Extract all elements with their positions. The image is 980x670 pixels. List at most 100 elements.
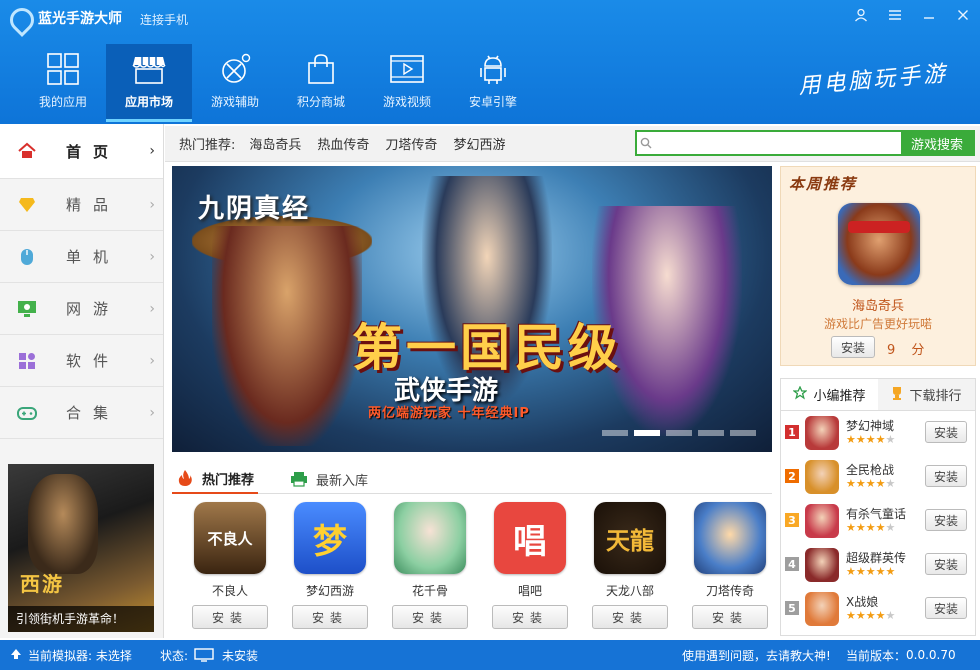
nav-game-assist[interactable]: 游戏辅助 — [192, 44, 278, 122]
rank-list: 1 梦幻神域 ★★★★★ 安装 2 全民枪战 ★★★★★ 安装 3 有杀气童话 … — [781, 411, 975, 631]
help-link[interactable]: 使用遇到问题，去请教大神! — [682, 647, 831, 664]
rank-row: 3 有杀气童话 ★★★★★ 安装 — [781, 499, 975, 543]
app-icon[interactable] — [805, 548, 839, 582]
app-name[interactable]: 梦幻神域 — [846, 417, 894, 434]
tab-hot[interactable]: 热门推荐 — [172, 464, 259, 494]
weekly-app-icon[interactable] — [838, 203, 920, 285]
app-card: 花千骨 安装 — [380, 502, 480, 629]
app-icon[interactable] — [694, 502, 766, 574]
install-button[interactable]: 安装 — [692, 605, 768, 629]
sidebar-item-collection[interactable]: 合集 › — [0, 387, 163, 439]
app-icon[interactable] — [805, 416, 839, 450]
emulator-status[interactable]: 当前模拟器: 未选择 — [28, 647, 132, 664]
close-icon[interactable] — [946, 0, 980, 30]
install-button[interactable]: 安装 — [492, 605, 568, 629]
tab-newest[interactable]: 最新入库 — [286, 464, 372, 494]
install-button[interactable]: 安装 — [592, 605, 668, 629]
hot-link[interactable]: 刀塔传奇 — [385, 134, 437, 153]
app-icon[interactable] — [805, 460, 839, 494]
rank-row: 2 全民枪战 ★★★★★ 安装 — [781, 455, 975, 499]
star-icon: ★ — [865, 609, 876, 622]
hot-recommend-bar: 热门推荐: 海岛奇兵 热血传奇 刀塔传奇 梦幻西游 游戏搜索 — [165, 126, 980, 162]
tab-editor-picks[interactable]: 小编推荐 — [781, 379, 878, 410]
star-icon: ★ — [875, 609, 886, 622]
search-button[interactable]: 游戏搜索 — [901, 132, 973, 154]
install-button[interactable]: 安装 — [831, 336, 875, 358]
user-icon[interactable] — [844, 0, 878, 30]
app-name[interactable]: 全民枪战 — [846, 461, 894, 478]
hot-label: 热门推荐: — [179, 138, 236, 153]
minimize-icon[interactable] — [912, 0, 946, 30]
diamond-icon — [16, 194, 38, 216]
app-name[interactable]: 超级群英传 — [846, 549, 906, 566]
hero-banner[interactable]: 九阴真经 第一国民级 武侠手游 两亿端游玩家 十年经典IP — [172, 166, 772, 452]
search-box: 游戏搜索 — [635, 130, 975, 156]
app-icon[interactable] — [805, 592, 839, 626]
app-name[interactable]: 有杀气童话 — [846, 505, 906, 522]
install-button[interactable]: 安装 — [292, 605, 368, 629]
monitor-icon — [194, 648, 214, 662]
chevron-right-icon: › — [149, 404, 155, 421]
app-name: 唱吧 — [517, 584, 542, 598]
install-button[interactable]: 安装 — [925, 421, 967, 443]
install-button[interactable]: 安装 — [192, 605, 268, 629]
promo-banner[interactable]: 西游 引领街机手游革命！ — [8, 464, 154, 632]
carousel-dot[interactable] — [666, 430, 692, 436]
star-icon: ★ — [865, 477, 876, 490]
sidebar-item-premium[interactable]: 精品 › — [0, 179, 163, 231]
rank-number: 1 — [785, 425, 799, 439]
app-card: 唱 唱吧 安装 — [480, 502, 580, 629]
nav-my-apps[interactable]: 我的应用 — [20, 44, 106, 122]
sidebar-item-software[interactable]: 软件 › — [0, 335, 163, 387]
nav-android-engine[interactable]: 安卓引擎 — [450, 44, 536, 122]
main-nav: 我的应用 应用市场 游戏辅助 积分商城 游戏视频 安卓引擎 — [20, 44, 536, 122]
nav-points-mall[interactable]: 积分商城 — [278, 44, 364, 122]
app-name[interactable]: X战娘 — [846, 593, 878, 610]
nav-game-video[interactable]: 游戏视频 — [364, 44, 450, 122]
tab-label: 热门推荐 — [202, 472, 255, 488]
carousel-dot[interactable] — [634, 430, 660, 436]
search-icon — [637, 132, 655, 154]
connect-phone-link[interactable]: 连接手机 — [140, 11, 188, 28]
carousel-dot[interactable] — [730, 430, 756, 436]
install-button[interactable]: 安装 — [925, 509, 967, 531]
sidebar-item-single[interactable]: 单机 › — [0, 231, 163, 283]
install-button[interactable]: 安装 — [925, 597, 967, 619]
sidebar-item-label: 单机 — [66, 248, 121, 266]
install-button[interactable]: 安装 — [925, 465, 967, 487]
app-icon[interactable] — [394, 502, 466, 574]
sidebar-item-home[interactable]: 首页 › — [0, 124, 163, 179]
hot-link[interactable]: 梦幻西游 — [453, 134, 505, 153]
banner-brand: 九阴真经 — [198, 194, 311, 224]
rank-number: 4 — [785, 557, 799, 571]
weekly-title: 本周推荐 — [789, 175, 858, 193]
app-card: 刀塔传奇 安装 — [680, 502, 780, 629]
chevron-right-icon: › — [149, 143, 155, 159]
install-button[interactable]: 安装 — [925, 553, 967, 575]
carousel-dot[interactable] — [698, 430, 724, 436]
sidebar-item-online[interactable]: 网游 › — [0, 283, 163, 335]
app-icon[interactable] — [805, 504, 839, 538]
app-icon[interactable]: 唱 — [494, 502, 566, 574]
rank-number: 3 — [785, 513, 799, 527]
carousel-dot[interactable] — [602, 430, 628, 436]
install-button[interactable]: 安装 — [392, 605, 468, 629]
nav-app-market[interactable]: 应用市场 — [106, 44, 192, 122]
tab-download-rank[interactable]: 下载排行 — [878, 379, 975, 410]
sidebar-item-label: 软件 — [66, 352, 121, 370]
hot-link[interactable]: 海岛奇兵 — [249, 134, 301, 153]
promo-logo: 西游 — [20, 572, 64, 596]
store-icon — [132, 53, 166, 85]
hot-link[interactable]: 热血传奇 — [317, 134, 369, 153]
search-input[interactable] — [655, 132, 901, 154]
menu-icon[interactable] — [878, 0, 912, 30]
app-icon[interactable]: 天龍 — [594, 502, 666, 574]
version-value: 0.0.0.70 — [906, 648, 956, 662]
app-icon[interactable]: 梦 — [294, 502, 366, 574]
app-icon[interactable]: 不良人 — [194, 502, 266, 574]
rating-stars: ★★★★★ — [846, 609, 895, 622]
home-icon — [16, 140, 38, 162]
weekly-app-name[interactable]: 海岛奇兵 — [781, 295, 975, 314]
star-icon: ★ — [885, 609, 896, 622]
slogan: 用电脑玩手游 — [797, 61, 950, 100]
